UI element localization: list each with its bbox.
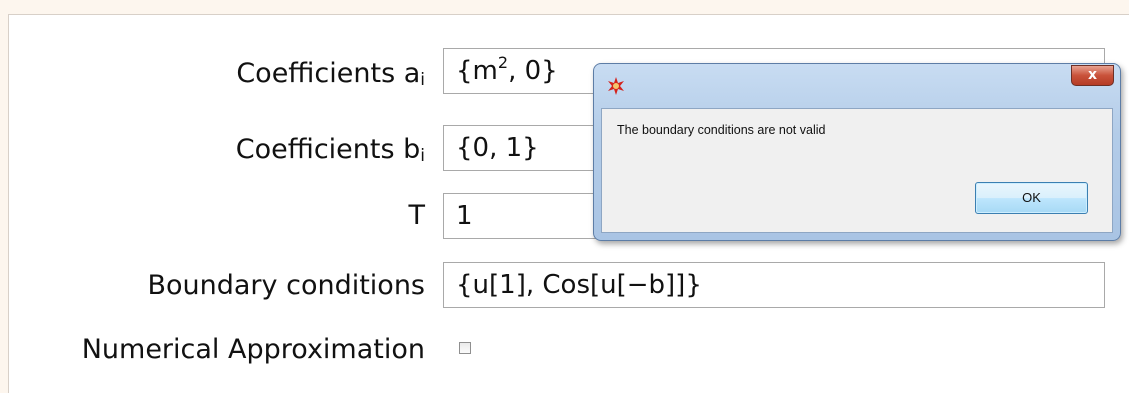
numerical-approximation-label: Numerical Approximation: [81, 334, 425, 365]
coefficients-b-label: Coefficients bi: [235, 134, 425, 166]
close-button[interactable]: x: [1071, 65, 1114, 86]
boundary-conditions-input[interactable]: {u[1], Cos[u[−b]]}: [443, 262, 1105, 308]
close-icon: x: [1087, 67, 1098, 83]
dialog-message: The boundary conditions are not valid: [617, 123, 826, 137]
numerical-approximation-checkbox[interactable]: [459, 342, 471, 354]
error-dialog: x The boundary conditions are not valid …: [593, 63, 1121, 241]
ok-button[interactable]: OK: [975, 182, 1088, 214]
boundary-conditions-label: Boundary conditions: [147, 270, 425, 301]
t-label: T: [408, 200, 426, 231]
coefficients-a-label: Coefficients ai: [236, 58, 425, 90]
app-icon: [608, 77, 624, 95]
dialog-body: The boundary conditions are not valid OK: [601, 108, 1113, 233]
